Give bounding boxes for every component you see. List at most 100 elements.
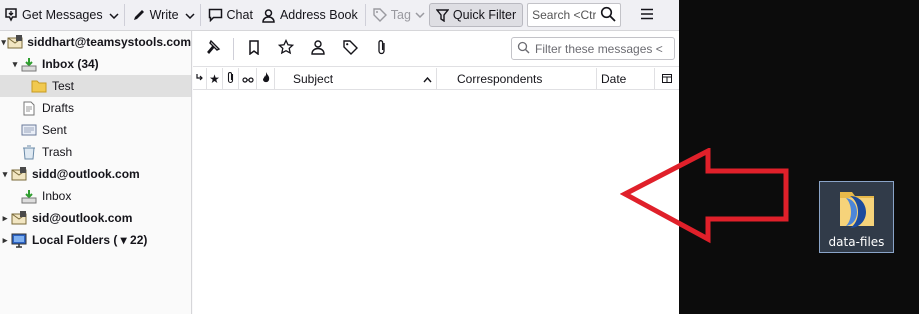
thunderbird-window: Get Messages Write Chat Address Book Tag… <box>0 0 679 314</box>
chat-label: Chat <box>226 8 253 22</box>
message-list[interactable] <box>193 91 679 314</box>
expand-arrow-icon[interactable]: ▾ <box>10 53 20 75</box>
main-toolbar: Get Messages Write Chat Address Book Tag… <box>0 0 679 31</box>
funnel-icon <box>435 8 449 22</box>
folder-row-sent[interactable]: Sent <box>0 119 191 141</box>
get-messages-dropdown[interactable] <box>107 3 121 27</box>
expand-arrow-icon[interactable]: ▾ <box>0 163 10 185</box>
write-label: Write <box>149 8 179 22</box>
local-icon <box>10 232 28 248</box>
folder-label: sidd@outlook.com <box>32 167 140 181</box>
folder-row-test[interactable]: Test <box>0 75 191 97</box>
hamburger-icon <box>640 8 654 23</box>
sort-ascending-icon <box>423 72 432 86</box>
address-book-icon <box>261 8 276 23</box>
folder-pane: ▾ siddhart@teamsystools.com ▾ Inbox (34) Tes… <box>0 31 192 314</box>
account-icon <box>7 34 23 50</box>
trash-icon <box>20 144 38 160</box>
chat-bubble-icon <box>208 8 223 22</box>
folder-icon <box>836 186 878 233</box>
pencil-icon <box>132 8 146 22</box>
toolbar-separator <box>123 4 125 26</box>
desktop-icon-data-files[interactable]: data-files <box>819 181 894 253</box>
correspondents-column-header[interactable]: Correspondents <box>437 67 597 90</box>
inbox-icon <box>20 56 38 72</box>
folder-icon <box>30 78 48 94</box>
folder-label: Inbox <box>42 189 72 203</box>
folder-row-inbox[interactable]: Inbox <box>0 185 191 207</box>
chevron-down-icon <box>185 8 195 22</box>
folder-label: Inbox (34) <box>42 57 99 71</box>
starred-filter-toggle[interactable] <box>274 37 298 61</box>
folder-row-sid-outlook-com[interactable]: ▸ sid@outlook.com <box>0 207 191 229</box>
chevron-down-icon <box>109 8 119 22</box>
search-placeholder: Search <Ctr <box>532 8 597 22</box>
folder-row-siddhart-teamsystools-com[interactable]: ▾ siddhart@teamsystools.com <box>0 31 191 53</box>
desktop-icon-label: data-files <box>828 235 885 249</box>
quick-filter-label: Quick Filter <box>452 8 517 22</box>
date-column-header[interactable]: Date <box>597 67 655 90</box>
collapse-arrow-icon[interactable]: ▸ <box>0 229 10 251</box>
write-dropdown[interactable] <box>183 3 197 27</box>
contact-filter-toggle[interactable] <box>306 37 330 61</box>
filter-placeholder: Filter these messages < <box>535 41 663 56</box>
search-icon <box>517 41 530 57</box>
junk-status-column[interactable] <box>257 67 275 90</box>
unread-filter-toggle[interactable] <box>242 37 266 61</box>
folder-row-sidd-outlook-com[interactable]: ▾ sidd@outlook.com <box>0 163 191 185</box>
collapse-arrow-icon[interactable]: ▸ <box>0 207 10 229</box>
starred-column[interactable]: ★ <box>207 67 223 90</box>
folder-label: Test <box>52 79 75 93</box>
attachment-filter-toggle[interactable] <box>370 37 394 61</box>
folder-row-drafts[interactable]: Drafts <box>0 97 191 119</box>
filter-messages-input[interactable]: Filter these messages < <box>511 37 675 60</box>
folder-row-trash[interactable]: Trash <box>0 141 191 163</box>
quick-filter-button[interactable]: Quick Filter <box>428 3 524 27</box>
sticky-filter-toggle[interactable] <box>201 37 225 61</box>
attachment-column[interactable] <box>223 67 239 90</box>
glasses-icon <box>241 72 254 86</box>
thread-pane: Filter these messages < ★ Subject Corres… <box>193 31 679 314</box>
tag-icon <box>342 39 358 58</box>
column-header-row: ★ Subject Correspondents Date <box>193 67 679 90</box>
tags-filter-toggle[interactable] <box>338 37 362 61</box>
get-messages-label: Get Messages <box>22 8 103 22</box>
toolbar-separator <box>364 4 366 26</box>
star-icon: ★ <box>209 71 220 86</box>
read-status-column[interactable] <box>239 67 257 90</box>
chevron-down-icon <box>415 12 425 18</box>
correspondents-column-label: Correspondents <box>457 71 543 86</box>
quick-filter-bar: Filter these messages < <box>193 31 679 67</box>
pin-icon <box>205 39 221 58</box>
sent-icon <box>20 122 38 138</box>
paperclip-icon <box>377 39 387 58</box>
get-messages-button[interactable]: Get Messages <box>0 3 107 27</box>
folder-label: Local Folders ( ▾ 22) <box>32 233 148 247</box>
column-picker[interactable] <box>655 68 679 90</box>
search-input[interactable]: Search <Ctr <box>527 3 622 27</box>
address-book-button[interactable]: Address Book <box>257 3 362 27</box>
folder-row-local-folders-22[interactable]: ▸ Local Folders ( ▾ 22) <box>0 229 191 251</box>
column-picker-icon <box>662 72 672 86</box>
subject-column-header[interactable]: Subject <box>275 67 437 90</box>
write-button[interactable]: Write <box>128 3 183 27</box>
folder-label: Drafts <box>42 101 75 115</box>
folder-row-inbox-34[interactable]: ▾ Inbox (34) <box>0 53 191 75</box>
chat-button[interactable]: Chat <box>204 3 257 27</box>
subject-column-label: Subject <box>293 71 334 86</box>
red-arrow-annotation <box>620 148 789 244</box>
thread-column[interactable] <box>193 67 207 90</box>
date-column-label: Date <box>601 71 627 86</box>
contact-icon <box>310 39 326 58</box>
folder-label: Sent <box>42 123 67 137</box>
tag-button[interactable]: Tag <box>369 3 429 27</box>
expand-arrow-icon[interactable]: ▾ <box>0 31 7 53</box>
quick-filter-separator <box>233 37 234 60</box>
folder-label: Trash <box>42 145 73 159</box>
app-menu-button[interactable] <box>635 3 659 27</box>
